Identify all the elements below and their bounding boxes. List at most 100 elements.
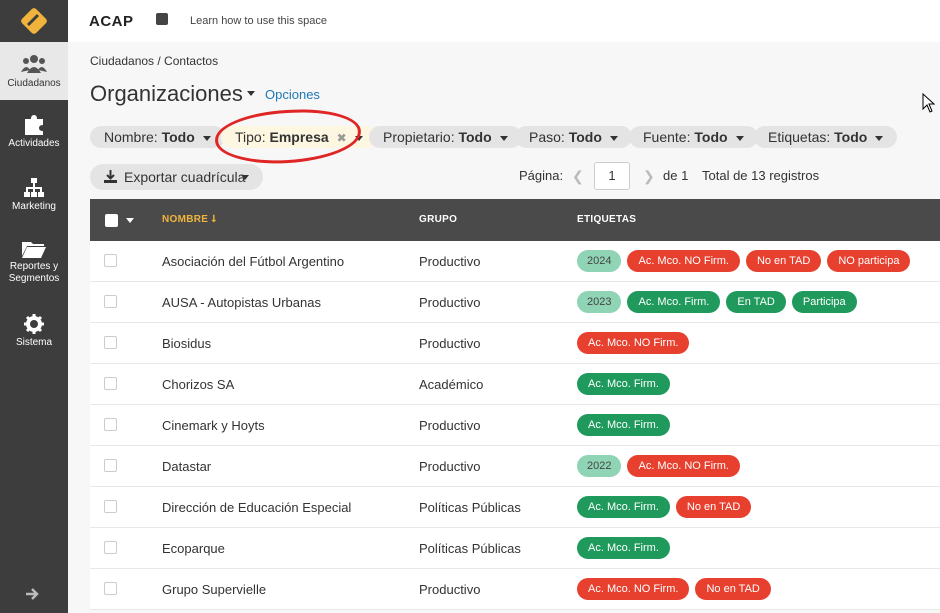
app-logo[interactable] (0, 0, 68, 42)
row-group: Productivo (419, 582, 481, 597)
filter-tipo[interactable]: Tipo: Empresa ✖ (221, 126, 377, 148)
row-tags: Ac. Mco. Firm. (577, 537, 670, 559)
chevron-down-icon (875, 135, 884, 141)
chevron-down-icon (735, 135, 744, 141)
row-checkbox[interactable] (104, 377, 117, 390)
table-header: NOMBRE ⭣ GRUPO ETIQUETAS (90, 199, 940, 241)
filter-etiquetas[interactable]: Etiquetas: Todo (754, 126, 898, 148)
row-checkbox[interactable] (104, 418, 117, 431)
tag-badge[interactable]: 2023 (577, 291, 622, 313)
learn-link[interactable]: Learn how to use this space (190, 15, 327, 27)
select-all-checkbox[interactable] (105, 214, 118, 227)
sidebar-item-label: Ciudadanos (7, 78, 61, 89)
chevron-down-icon[interactable] (126, 218, 134, 223)
tag-badge[interactable]: Ac. Mco. NO Firm. (577, 578, 690, 600)
sidebar-item-actividades[interactable]: Actividades (0, 115, 68, 150)
row-name[interactable]: AUSA - Autopistas Urbanas (162, 295, 321, 310)
pager-of: de 1 (663, 168, 689, 183)
table-row[interactable]: AUSA - Autopistas Urbanas Productivo 2023 A… (90, 282, 940, 323)
tag-badge[interactable]: No en TAD (745, 250, 822, 272)
sidebar: Ciudadanos Actividades Marketing Reporte… (0, 0, 68, 613)
row-group: Productivo (419, 418, 481, 433)
row-tags: Ac. Mco. Firm. (577, 373, 670, 395)
table-row[interactable]: Ecoparque Políticas Públicas Ac. Mco. Firm… (90, 528, 940, 569)
people-icon (21, 55, 47, 73)
filter-fuente[interactable]: Fuente: Todo (629, 126, 758, 148)
tag-badge[interactable]: Ac. Mco. NO Firm. (627, 250, 740, 272)
mouse-cursor-icon (922, 93, 936, 113)
filter-value: Todo (834, 129, 868, 145)
expand-arrow-icon[interactable] (24, 586, 40, 602)
filter-value: Todo (694, 129, 728, 145)
table-row[interactable]: Dirección de Educación Especial Políticas… (90, 487, 940, 528)
tag-badge[interactable]: Ac. Mco. NO Firm. (577, 332, 690, 354)
row-name[interactable]: Biosidus (162, 336, 211, 351)
chevron-left-icon[interactable]: ❮ (572, 168, 584, 185)
export-grid-button[interactable]: Exportar cuadrícula (90, 164, 263, 190)
row-checkbox[interactable] (104, 336, 117, 349)
page-input[interactable]: 1 (594, 162, 630, 190)
column-header-etiquetas[interactable]: ETIQUETAS (577, 214, 636, 225)
row-checkbox[interactable] (104, 254, 117, 267)
chevron-down-icon[interactable] (247, 91, 255, 96)
tag-badge[interactable]: No en TAD (675, 496, 752, 518)
sidebar-item-reportes[interactable]: Reportes y Segmentos (0, 240, 68, 285)
filter-value: Todo (458, 129, 492, 145)
row-group: Académico (419, 377, 484, 392)
chevron-down-icon (241, 175, 249, 180)
row-name[interactable]: Ecoparque (162, 541, 225, 556)
sidebar-item-ciudadanos[interactable]: Ciudadanos (0, 42, 68, 100)
tag-badge[interactable]: No en TAD (695, 578, 771, 600)
chevron-down-icon (354, 135, 363, 141)
sidebar-item-label: Segmentos (8, 273, 60, 284)
row-tags: 2023 Ac. Mco. Firm. En TAD Participa (577, 291, 857, 313)
row-name[interactable]: Grupo Supervielle (162, 582, 266, 597)
tag-badge[interactable]: Ac. Mco. Firm. (577, 373, 670, 395)
table-row[interactable]: Datastar Productivo 2022 Ac. Mco. NO Firm. (90, 446, 940, 487)
tag-badge[interactable]: Participa (791, 291, 857, 313)
tag-badge[interactable]: 2022 (577, 455, 622, 477)
row-name[interactable]: Dirección de Educación Especial (162, 500, 351, 515)
row-group: Productivo (419, 295, 481, 310)
tag-badge[interactable]: 2024 (577, 250, 622, 272)
sidebar-item-sistema[interactable]: Sistema (0, 314, 68, 349)
clear-filter-icon[interactable]: ✖ (337, 131, 347, 145)
tag-badge[interactable]: En TAD (726, 291, 786, 313)
row-checkbox[interactable] (104, 500, 117, 513)
column-header-grupo[interactable]: GRUPO (419, 214, 457, 225)
filter-value: Todo (161, 129, 195, 145)
table-row[interactable]: Cinemark y Hoyts Productivo Ac. Mco. Firm. (90, 405, 940, 446)
puzzle-icon (25, 115, 43, 135)
row-name[interactable]: Chorizos SA (162, 377, 234, 392)
tag-badge[interactable]: Ac. Mco. Firm. (577, 537, 670, 559)
options-link[interactable]: Opciones (265, 87, 320, 102)
page-title: Organizaciones (90, 81, 243, 106)
table-row[interactable]: Chorizos SA Académico Ac. Mco. Firm. (90, 364, 940, 405)
column-header-nombre[interactable]: NOMBRE ⭣ (162, 214, 216, 225)
row-group: Productivo (419, 459, 481, 474)
row-checkbox[interactable] (104, 459, 117, 472)
tag-badge[interactable]: Ac. Mco. Firm. (577, 414, 670, 436)
filter-label: Nombre: (104, 129, 158, 145)
filter-paso[interactable]: Paso: Todo (515, 126, 632, 148)
filter-propietario[interactable]: Propietario: Todo (369, 126, 522, 148)
row-name[interactable]: Datastar (162, 459, 211, 474)
external-link-icon[interactable] (156, 13, 168, 25)
tag-badge[interactable]: Ac. Mco. NO Firm. (627, 455, 740, 477)
row-checkbox[interactable] (104, 295, 117, 308)
table-row[interactable]: Asociación del Fútbol Argentino Productiv… (90, 241, 940, 282)
row-name[interactable]: Asociación del Fútbol Argentino (162, 254, 344, 269)
row-name[interactable]: Cinemark y Hoyts (162, 418, 265, 433)
filter-nombre[interactable]: Nombre: Todo (90, 126, 225, 148)
tag-badge[interactable]: Ac. Mco. Firm. (627, 291, 721, 313)
sidebar-item-marketing[interactable]: Marketing (0, 178, 68, 213)
row-tags: Ac. Mco. Firm. (577, 414, 670, 436)
row-checkbox[interactable] (104, 541, 117, 554)
row-checkbox[interactable] (104, 582, 117, 595)
tag-badge[interactable]: Ac. Mco. Firm. (577, 496, 670, 518)
tag-badge[interactable]: NO participa (827, 250, 911, 272)
chevron-right-icon[interactable]: ❯ (643, 168, 655, 185)
table-row[interactable]: Grupo Supervielle Productivo Ac. Mco. NO F… (90, 569, 940, 610)
table-row[interactable]: Biosidus Productivo Ac. Mco. NO Firm. (90, 323, 940, 364)
breadcrumb[interactable]: Ciudadanos / Contactos (90, 54, 218, 68)
